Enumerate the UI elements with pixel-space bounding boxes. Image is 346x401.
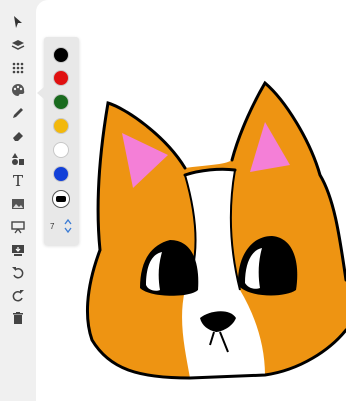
text-icon: T (12, 172, 23, 190)
color-palette-popover: 7 (37, 37, 79, 245)
text-tool-button[interactable]: T (8, 171, 28, 191)
stepper-arrows-icon (64, 218, 72, 234)
image-tool-button[interactable] (8, 194, 28, 214)
color-swatch-green[interactable] (53, 94, 69, 110)
select-tool-button[interactable] (8, 12, 28, 32)
undo-tool-button[interactable] (8, 262, 28, 282)
stroke-style-button[interactable] (52, 190, 70, 208)
palette-tool-button[interactable] (8, 80, 28, 100)
undo-icon (12, 267, 24, 279)
color-swatch-blue[interactable] (53, 166, 69, 182)
pencil-icon (13, 108, 23, 118)
cat-drawing (85, 80, 346, 380)
stroke-preview-mark (56, 196, 66, 202)
eraser-tool-button[interactable] (8, 126, 28, 146)
download-icon (12, 245, 24, 256)
pencil-tool-button[interactable] (8, 103, 28, 123)
image-icon (12, 199, 24, 209)
stroke-size-stepper[interactable] (63, 218, 73, 234)
shapes-tool-button[interactable] (8, 149, 28, 169)
palette-icon (12, 83, 25, 96)
redo-tool-button[interactable] (8, 285, 28, 305)
drawing-canvas[interactable] (36, 0, 346, 401)
download-tool-button[interactable] (8, 240, 28, 260)
dot-grid-icon (12, 62, 24, 74)
delete-tool-button[interactable] (8, 308, 28, 328)
layers-icon (11, 40, 25, 50)
color-swatch-red[interactable] (53, 70, 69, 86)
eraser-icon (13, 132, 23, 141)
pointer-arrow-icon (14, 16, 22, 28)
color-swatch-white[interactable] (53, 142, 69, 158)
color-swatch-black[interactable] (53, 47, 69, 63)
grid-tool-button[interactable] (8, 58, 28, 78)
shapes-icon (12, 153, 24, 165)
color-swatch-yellow[interactable] (53, 118, 69, 134)
present-tool-button[interactable] (8, 217, 28, 237)
redo-icon (12, 290, 24, 302)
presentation-icon (11, 221, 25, 234)
trash-icon (13, 312, 23, 324)
stroke-size-value: 7 (50, 222, 55, 231)
left-toolbar: T (0, 0, 36, 401)
layers-tool-button[interactable] (8, 35, 28, 55)
